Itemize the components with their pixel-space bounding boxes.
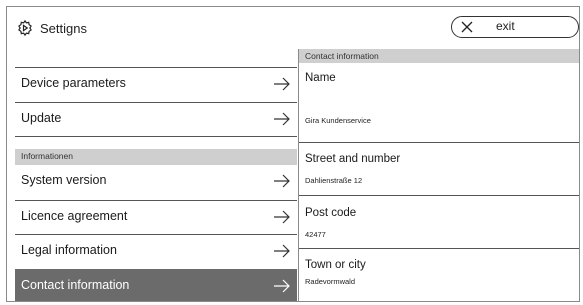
title-area: Settigns	[16, 19, 87, 37]
arrow-right-icon	[274, 112, 290, 126]
arrow-right-icon	[274, 210, 290, 224]
section-header-label: Informationen	[21, 151, 73, 161]
arrow-right-icon	[274, 279, 290, 293]
settings-window: Settigns exit Device parameters Update I…	[6, 6, 580, 302]
page-title: Settigns	[40, 20, 87, 36]
menu-item-label: Licence agreement	[21, 209, 128, 223]
exit-label: exit	[496, 19, 515, 33]
town-field: Town or city Radevormwald	[299, 249, 579, 301]
street-value: Dahlienstraße 12	[305, 176, 363, 185]
street-label: Street and number	[305, 153, 401, 165]
exit-button[interactable]: exit	[451, 16, 579, 38]
arrow-right-icon	[274, 174, 290, 188]
menu-item-system-version[interactable]: System version	[15, 165, 297, 198]
arrow-right-icon	[274, 244, 290, 258]
menu-divider	[15, 136, 297, 148]
postcode-label: Post code	[305, 207, 357, 219]
menu-item-label: System version	[21, 173, 107, 187]
menu-item-label: Device parameters	[21, 76, 126, 90]
menu-item-label: Contact information	[21, 278, 130, 292]
section-header-informationen: Informationen	[15, 149, 297, 165]
menu-item-legal-information[interactable]: Legal information	[15, 234, 297, 267]
street-field: Street and number Dahlienstraße 12	[299, 143, 579, 195]
menu-item-label: Update	[21, 111, 62, 125]
name-value: Gira Kundenservice	[305, 116, 371, 125]
gear-icon	[18, 19, 32, 37]
name-label: Name	[305, 72, 336, 84]
town-label: Town or city	[305, 259, 366, 271]
menu-item-device-parameters[interactable]: Device parameters	[15, 67, 297, 100]
town-value: Radevormwald	[305, 277, 356, 286]
name-field: Name Gira Kundenservice	[299, 63, 579, 143]
menu-item-licence-agreement[interactable]: Licence agreement	[15, 200, 297, 233]
menu-item-contact-information[interactable]: Contact information	[15, 269, 297, 301]
header: Settigns exit	[7, 7, 579, 49]
menu-item-update[interactable]: Update	[15, 102, 297, 135]
contact-panel-header: Contact information	[299, 49, 579, 63]
postcode-value: 42477	[305, 230, 326, 239]
contact-panel: Contact information Name Gira Kundenserv…	[298, 49, 579, 301]
arrow-right-icon	[274, 77, 290, 91]
menu-item-label: Legal information	[21, 243, 117, 257]
close-icon	[461, 21, 473, 33]
contact-panel-title: Contact information	[305, 51, 379, 61]
postcode-field: Post code 42477	[299, 196, 579, 246]
